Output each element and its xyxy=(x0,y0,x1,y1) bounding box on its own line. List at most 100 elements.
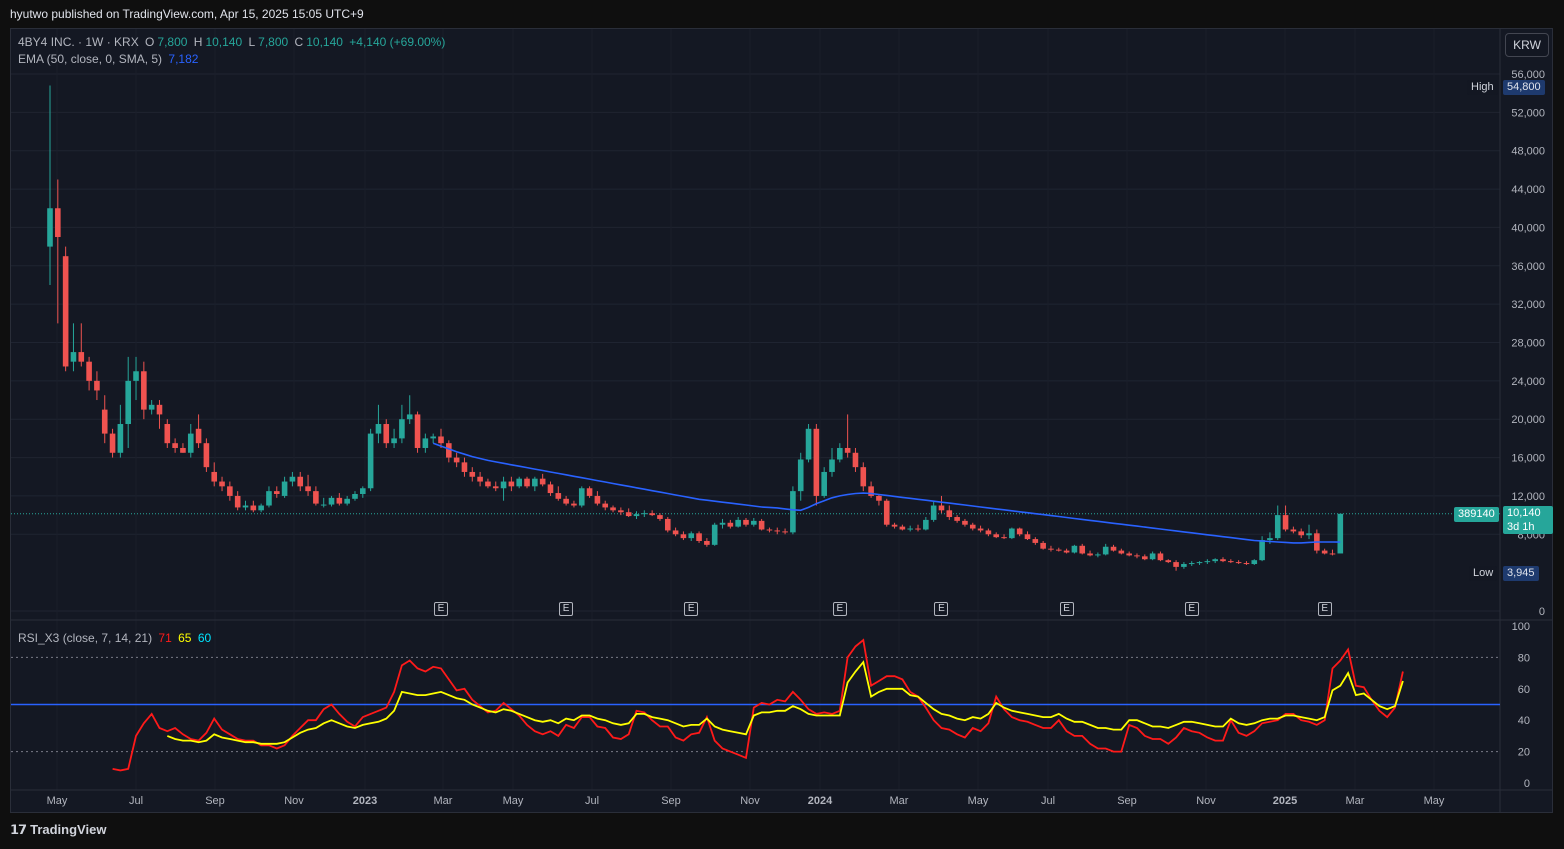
candle-body xyxy=(234,495,241,508)
high-label: H xyxy=(193,35,203,49)
candle-body xyxy=(1243,563,1250,565)
candle-body xyxy=(1001,537,1007,539)
candle-body xyxy=(336,497,343,504)
earnings-marker[interactable]: E xyxy=(434,602,448,616)
candle-body xyxy=(375,424,382,434)
price-tick-label: 40,000 xyxy=(1511,222,1545,234)
candle-body xyxy=(1321,550,1328,554)
candle-body xyxy=(289,476,296,482)
candle-body xyxy=(1024,534,1031,540)
candle-body xyxy=(219,481,225,487)
time-tick-label: Sep xyxy=(205,795,225,807)
candle-body xyxy=(954,517,960,521)
candle-body xyxy=(688,533,695,539)
candle-body xyxy=(735,519,741,527)
candle-body xyxy=(946,510,953,518)
candle-body xyxy=(907,528,913,530)
candle-body xyxy=(1228,561,1234,563)
rsi-tick-label: 80 xyxy=(1518,652,1530,664)
time-tick-label: Mar xyxy=(890,795,909,807)
rsi21-value: 60 xyxy=(197,631,212,645)
candle-body xyxy=(1220,559,1226,562)
candle-body xyxy=(985,530,992,535)
candle-body xyxy=(782,531,788,533)
earnings-marker[interactable]: E xyxy=(1317,602,1332,616)
candle-body xyxy=(485,481,491,487)
time-tick-label: Mar xyxy=(1346,795,1365,807)
candle-body xyxy=(1259,540,1265,561)
candle-body xyxy=(273,491,280,495)
candle-body xyxy=(610,507,616,511)
price-tick-label: 32,000 xyxy=(1511,299,1545,311)
candle-body xyxy=(1126,553,1132,556)
candle-body xyxy=(211,471,218,482)
volume-tag: 389140 xyxy=(1454,507,1499,522)
earnings-marker[interactable]: E xyxy=(934,602,949,616)
candle-body xyxy=(1009,528,1015,539)
currency-button[interactable]: KRW xyxy=(1505,33,1549,57)
candle-body xyxy=(883,500,890,525)
rsi-tick-label: 20 xyxy=(1518,747,1530,759)
candle-body xyxy=(1196,562,1203,564)
open-label: O xyxy=(145,35,155,49)
rsi14-value: 65 xyxy=(178,631,192,645)
candle-body xyxy=(790,491,796,533)
chart-canvas[interactable]: 56,00052,00048,00044,00040,00036,00032,0… xyxy=(0,0,1564,849)
candle-body xyxy=(172,443,178,448)
candle-body xyxy=(930,505,937,520)
candle-body xyxy=(477,476,483,482)
candle-body xyxy=(242,505,249,508)
candle-body xyxy=(602,503,609,508)
candle-body xyxy=(164,424,171,444)
earnings-marker[interactable]: E xyxy=(559,602,574,616)
candle-body xyxy=(492,486,499,489)
candle-body xyxy=(86,361,92,381)
time-tick-label: Nov xyxy=(740,795,760,807)
symbol-legend: 4BY4 INC. · 1W · KRX O 7,800 H 10,140 L 7,8… xyxy=(18,35,448,49)
candle-body xyxy=(1118,550,1125,554)
candle-body xyxy=(180,447,186,453)
tradingview-icon: 𝟭𝟳 xyxy=(10,822,27,837)
candle-body xyxy=(852,452,859,468)
candle-body xyxy=(1110,546,1117,551)
candle-body xyxy=(47,208,53,247)
candle-body xyxy=(391,438,397,444)
low-tag-value: 3,945 xyxy=(1503,566,1539,581)
candle-body xyxy=(438,436,444,444)
candle-body xyxy=(664,518,671,531)
candle-body xyxy=(453,457,460,463)
candle-body xyxy=(1079,545,1086,554)
candle-body xyxy=(1055,549,1062,551)
candle-body xyxy=(1173,562,1179,567)
candle-body xyxy=(563,498,569,504)
candle-body xyxy=(743,519,749,525)
candle-body xyxy=(860,467,867,487)
candle-body xyxy=(187,433,194,453)
price-tick-label: 12,000 xyxy=(1511,491,1545,503)
candle-body xyxy=(117,424,124,453)
candle-body xyxy=(62,256,69,367)
earnings-marker[interactable]: E xyxy=(1059,602,1074,616)
earnings-marker[interactable]: E xyxy=(832,602,847,616)
time-tick-label: May xyxy=(1424,795,1445,807)
candle-body xyxy=(203,443,210,468)
candle-body xyxy=(633,514,640,517)
candle-body xyxy=(1181,564,1187,567)
candle-body xyxy=(774,530,781,532)
candle-body xyxy=(813,428,820,496)
ema-value: 7,182 xyxy=(168,52,199,66)
rsi-legend: RSI_X3 (close, 7, 14, 21) 71 65 60 xyxy=(18,631,214,645)
candle-body xyxy=(625,512,632,517)
earnings-marker[interactable]: E xyxy=(684,602,699,616)
symbol-name: 4BY4 INC. · 1W · KRX xyxy=(18,35,139,49)
candle-body xyxy=(1267,538,1273,541)
candle-body xyxy=(555,493,562,499)
candle-body xyxy=(1306,533,1312,536)
time-tick-label: May xyxy=(503,795,524,807)
candle-body xyxy=(758,520,765,530)
candle-body xyxy=(1188,563,1195,565)
candle-body xyxy=(891,524,898,527)
earnings-marker[interactable]: E xyxy=(1184,602,1199,616)
tradingview-logo[interactable]: 𝟭𝟳 TradingView xyxy=(10,822,106,838)
candle-body xyxy=(70,352,77,362)
